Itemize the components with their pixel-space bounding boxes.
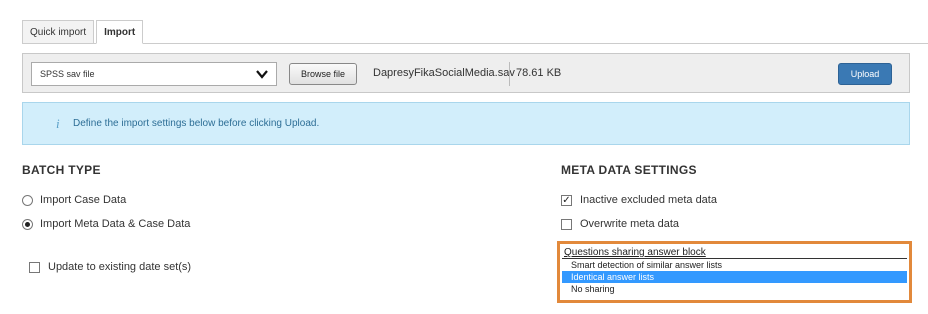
- info-banner: i Define the import settings below befor…: [22, 102, 910, 145]
- sharing-options-list: Smart detection of similar answer lists …: [562, 258, 907, 295]
- checkbox-overwrite-meta[interactable]: Overwrite meta data: [561, 218, 679, 230]
- radio-button[interactable]: [22, 194, 33, 206]
- tab-import[interactable]: Import: [96, 20, 144, 44]
- meta-data-settings-heading: META DATA SETTINGS: [561, 163, 697, 177]
- tab-quick-import[interactable]: Quick import: [22, 20, 95, 44]
- tab-divider: [22, 43, 928, 44]
- option-identical-answer-lists[interactable]: Identical answer lists: [562, 271, 907, 283]
- checkbox-label: Update to existing date set(s): [48, 261, 192, 273]
- checkbox-update-existing[interactable]: Update to existing date set(s): [29, 261, 191, 273]
- upload-button[interactable]: Upload: [838, 63, 892, 85]
- chevron-down-icon: [256, 70, 268, 79]
- radio-label: Import Meta Data & Case Data: [40, 218, 191, 230]
- checkbox-inactive-excluded[interactable]: ✓ Inactive excluded meta data: [561, 194, 717, 206]
- sharing-dropdown-label: Questions sharing answer block: [564, 247, 706, 258]
- browse-file-button[interactable]: Browse file: [289, 63, 357, 85]
- radio-button-selected[interactable]: [22, 218, 33, 230]
- radio-import-meta-case-data[interactable]: Import Meta Data & Case Data: [22, 218, 190, 230]
- selected-filename: DapresyFikaSocialMedia.sav: [373, 67, 515, 79]
- radio-import-case-data[interactable]: Import Case Data: [22, 194, 126, 206]
- checkbox-label: Inactive excluded meta data: [580, 194, 717, 206]
- file-size: 78.61 KB: [516, 67, 562, 79]
- sharing-dropdown-highlight: Questions sharing answer block Smart det…: [557, 241, 912, 303]
- import-tabs: Quick import Import: [22, 20, 144, 44]
- batch-type-heading: BATCH TYPE: [22, 163, 101, 177]
- file-type-value: SPSS sav file: [40, 69, 95, 79]
- file-toolbar: SPSS sav file Browse file DapresyFikaSoc…: [22, 53, 910, 93]
- info-icon: i: [56, 116, 60, 131]
- checkbox[interactable]: [29, 261, 40, 273]
- radio-label: Import Case Data: [40, 194, 127, 206]
- checkbox-checked[interactable]: ✓: [561, 194, 572, 206]
- info-text: Define the import settings below before …: [73, 118, 320, 129]
- checkbox-label: Overwrite meta data: [580, 218, 680, 230]
- option-smart-detection[interactable]: Smart detection of similar answer lists: [562, 259, 907, 271]
- option-no-sharing[interactable]: No sharing: [562, 283, 907, 295]
- file-type-select[interactable]: SPSS sav file: [31, 62, 277, 86]
- checkbox[interactable]: [561, 218, 572, 230]
- filename-separator: [509, 62, 510, 86]
